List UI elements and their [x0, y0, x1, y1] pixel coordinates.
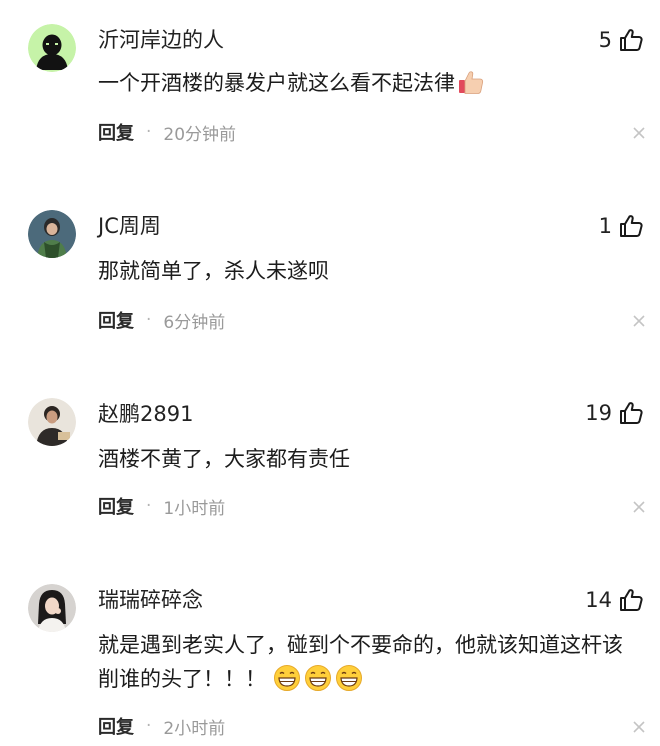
comment-text-content: 那就简单了，杀人未遂呗 [98, 259, 329, 283]
thumbs-up-icon[interactable] [618, 400, 644, 426]
separator: · [146, 496, 152, 516]
reply-button[interactable]: 回复 [98, 307, 134, 333]
timestamp: 20分钟前 [163, 124, 237, 145]
comment-item: 沂河岸边的人 5 一个开酒楼的暴发户就这么看不起法律 回复 · 20分钟前 [0, 0, 660, 190]
comment-text: 酒楼不黄了，大家都有责任 [98, 442, 650, 476]
comment-text-line: 就是遇到老实人了，碰到个不要命的，他就该知道这杆该 [98, 633, 623, 657]
comment-text-content: 酒楼不黄了，大家都有责任 [98, 447, 350, 471]
avatar[interactable] [28, 584, 76, 632]
separator: · [146, 310, 152, 330]
comment-item: 赵鹏2891 19 酒楼不黄了，大家都有责任 回复 · 1小时前 [0, 380, 660, 570]
thumbs-up-icon[interactable] [618, 213, 644, 239]
reply-button[interactable]: 回复 [98, 119, 134, 145]
avatar[interactable] [28, 24, 76, 72]
avatar[interactable] [28, 398, 76, 446]
timestamp: 2小时前 [163, 718, 226, 739]
comment-meta: 回复 · 20分钟前 [98, 119, 236, 145]
close-icon[interactable] [632, 720, 646, 734]
comment-text: 就是遇到老实人了，碰到个不要命的，他就该知道这杆该 削谁的头了！！！ [98, 628, 650, 696]
like-button[interactable]: 14 [585, 584, 644, 616]
username[interactable]: 沂河岸边的人 [98, 26, 224, 54]
like-count: 1 [598, 214, 612, 238]
comment-meta: 回复 · 1小时前 [98, 493, 225, 519]
username[interactable]: 赵鹏2891 [98, 400, 193, 428]
comment-meta: 回复 · 6分钟前 [98, 307, 225, 333]
timestamp: 6分钟前 [163, 312, 226, 333]
separator: · [146, 716, 152, 736]
thumbs-up-icon[interactable] [618, 587, 644, 613]
comment-text: 那就简单了，杀人未遂呗 [98, 254, 650, 288]
like-count: 19 [585, 401, 612, 425]
like-count: 14 [585, 588, 612, 612]
comment-text: 一个开酒楼的暴发户就这么看不起法律 [98, 66, 650, 100]
avatar[interactable] [28, 210, 76, 258]
close-icon[interactable] [632, 126, 646, 140]
reply-button[interactable]: 回复 [98, 493, 134, 519]
close-icon[interactable] [632, 314, 646, 328]
comment-text-content: 一个开酒楼的暴发户就这么看不起法律 [98, 71, 455, 95]
grinning-face-icon [335, 665, 362, 691]
comment-item: 瑞瑞碎碎念 14 就是遇到老实人了，碰到个不要命的，他就该知道这杆该 削谁的头了… [0, 570, 660, 746]
thumbs-up-icon [459, 71, 484, 94]
comment-text-line-2: 削谁的头了！！！ [98, 662, 650, 696]
comment-item: JC周周 1 那就简单了，杀人未遂呗 回复 · 6分钟前 [0, 190, 660, 380]
comment-meta: 回复 · 2小时前 [98, 713, 225, 739]
thumbs-up-icon[interactable] [618, 27, 644, 53]
like-button[interactable]: 1 [599, 210, 644, 242]
timestamp: 1小时前 [163, 498, 226, 519]
username[interactable]: 瑞瑞碎碎念 [98, 586, 203, 614]
close-icon[interactable] [632, 500, 646, 514]
grinning-face-icon [273, 665, 300, 691]
like-button[interactable]: 19 [585, 397, 644, 429]
separator: · [146, 122, 152, 142]
like-count: 5 [598, 28, 612, 52]
reply-button[interactable]: 回复 [98, 713, 134, 739]
comment-text-content: 削谁的头了！！！ [98, 667, 266, 691]
username[interactable]: JC周周 [98, 212, 161, 240]
like-button[interactable]: 5 [599, 24, 644, 56]
grinning-face-icon [304, 665, 331, 691]
